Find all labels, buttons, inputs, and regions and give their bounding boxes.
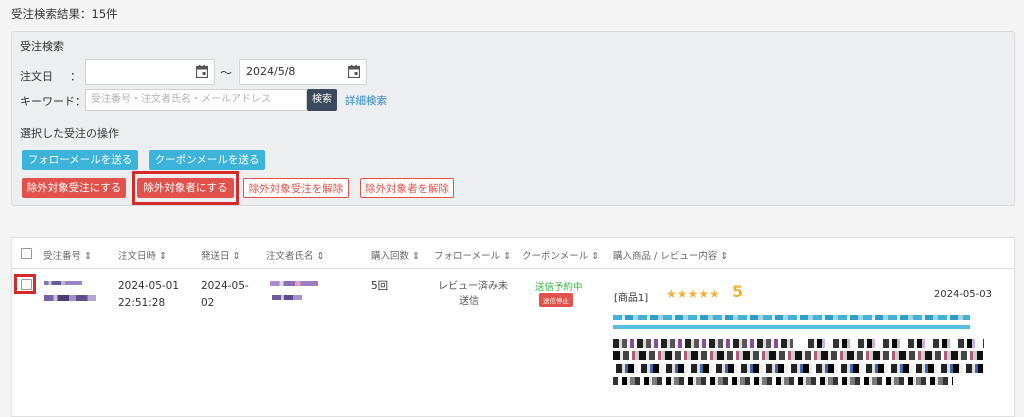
send-coupon-mail-button[interactable]: クーポンメールを送る (149, 150, 265, 170)
order-table: 受注番号 ⇕ 注文日時 ⇕ 発送日 ⇕ 注文者氏名 ⇕ 購入回数 ⇕ フォローメ… (11, 237, 1015, 417)
follow-status-line2: 送信 (459, 296, 479, 307)
masked-review-underline (613, 325, 970, 329)
masked-review-text (613, 339, 793, 348)
header-divider (12, 268, 1014, 269)
unexclude-order-button[interactable]: 除外対象受注を解除 (243, 178, 349, 198)
calendar-icon[interactable] (196, 65, 208, 78)
date-to-value: 2024/5/8 (246, 65, 296, 78)
rating-stars: ★★★★★ (666, 287, 720, 301)
send-follow-mail-button[interactable]: フォローメールを送る (22, 150, 138, 170)
ship-date-line2: 02 (201, 297, 215, 309)
col-follow-mail[interactable]: フォローメール ⇕ (434, 248, 511, 262)
masked-review-text (613, 364, 983, 373)
exclude-order-button[interactable]: 除外対象受注にする (22, 178, 126, 198)
masked-review-text (613, 377, 953, 385)
date-range-tilde: ～ (220, 66, 233, 80)
col-customer[interactable]: 注文者氏名 ⇕ (266, 248, 325, 262)
send-stop-badge[interactable]: 送信停止 (539, 293, 573, 307)
masked-customer (270, 281, 318, 286)
masked-review-text (804, 339, 984, 348)
col-order-datetime[interactable]: 注文日時 ⇕ (118, 248, 167, 262)
date-from-input[interactable] (85, 59, 215, 85)
search-button[interactable]: 検索 (307, 89, 337, 111)
advanced-search-link[interactable]: 詳細検索 (345, 93, 387, 108)
select-all-checkbox[interactable] (21, 248, 32, 259)
calendar-icon[interactable] (348, 65, 360, 78)
masked-customer (272, 295, 302, 300)
product-name: [商品1] (614, 293, 649, 304)
result-title: 受注検索結果：15件 (11, 7, 118, 21)
order-date-label: 注文日 (20, 70, 53, 83)
keyword-input[interactable]: 受注番号・注文者氏名・メールアドレス (85, 89, 307, 111)
search-panel-title: 受注検索 (20, 40, 64, 53)
coupon-status: 送信予約中 (535, 282, 583, 293)
keyword-label: キーワード： (20, 95, 86, 108)
order-time: 22:51:28 (118, 297, 166, 309)
col-purchase-count[interactable]: 購入回数 ⇕ (371, 248, 420, 262)
col-ship-date[interactable]: 発送日 ⇕ (201, 248, 241, 262)
ship-date-line1: 2024-05- (201, 280, 249, 292)
rating-value: 5 (732, 282, 744, 301)
highlight-row-checkbox (14, 274, 36, 294)
search-panel: 受注検索 注文日 ： ～ 2024/5/8 キーワード： 受注番号・注文者氏名・… (11, 31, 1015, 206)
operations-title: 選択した受注の操作 (20, 127, 119, 140)
order-date: 2024-05-01 (118, 280, 180, 292)
masked-review-title (613, 315, 970, 320)
col-order-no[interactable]: 受注番号 ⇕ (43, 248, 92, 262)
masked-order-no (44, 295, 96, 301)
col-coupon-mail[interactable]: クーポンメール ⇕ (522, 248, 599, 262)
unexclude-person-button[interactable]: 除外対象者を解除 (360, 178, 454, 198)
masked-order-no (44, 281, 82, 285)
masked-review-text (613, 351, 983, 360)
review-date: 2024-05-03 (933, 289, 992, 300)
highlight-exclude-person (132, 171, 239, 205)
order-date-colon: ： (70, 70, 81, 83)
date-to-input[interactable]: 2024/5/8 (239, 59, 367, 85)
purchase-count: 5回 (371, 280, 389, 292)
col-product-review[interactable]: 購入商品 / レビュー内容 ⇕ (613, 248, 728, 262)
